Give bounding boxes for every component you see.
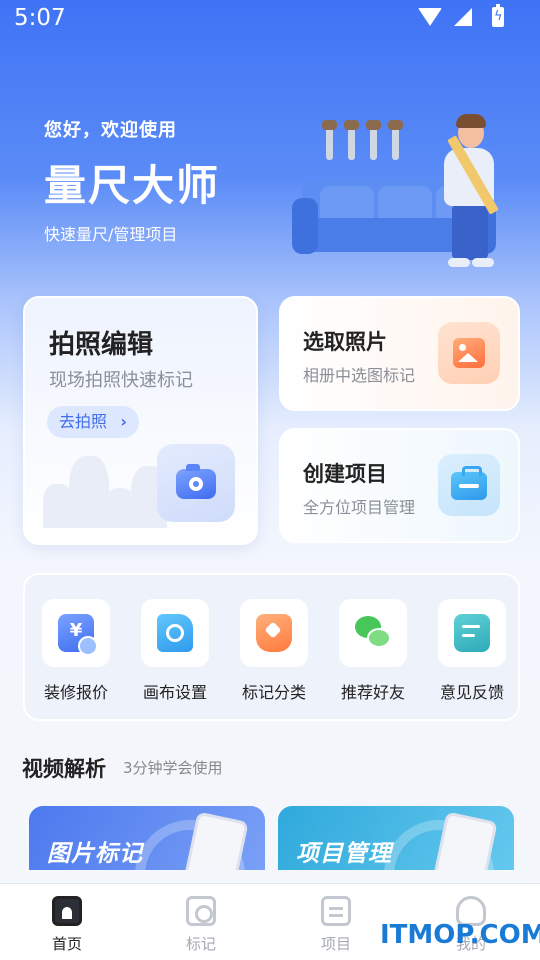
quick-action-label: 意见反馈 — [439, 683, 504, 702]
wifi-icon — [418, 8, 442, 26]
quick-action-canvas-settings[interactable]: 画布设置 — [135, 599, 215, 709]
image-tile — [438, 322, 500, 384]
briefcase-icon — [451, 466, 487, 500]
quick-action-label: 画布设置 — [142, 683, 207, 702]
quick-actions-panel: ¥ 装修报价 画布设置 标记分类 推荐好友 意见反馈 — [23, 573, 520, 721]
screwdriver-icon — [366, 120, 381, 160]
tab-project[interactable]: 项目 — [301, 896, 371, 956]
feedback-icon — [454, 614, 490, 652]
mark-icon — [186, 896, 216, 926]
quick-action-feedback[interactable]: 意见反馈 — [432, 599, 512, 709]
wechat-icon — [355, 614, 391, 652]
hammer-icon — [322, 120, 337, 160]
photo-edit-subtitle: 现场拍照快速标记 — [49, 370, 193, 391]
battery-icon — [492, 4, 504, 27]
photo-edit-card[interactable]: 拍照编辑 现场拍照快速标记 去拍照 › — [23, 296, 258, 545]
hero-illustration — [292, 110, 522, 280]
person-shoe — [472, 258, 494, 267]
take-photo-label: 去拍照 — [59, 412, 108, 431]
status-bar: 5:07 — [0, 0, 540, 40]
tab-label: 标记 — [185, 935, 216, 953]
watermark: ITMOP.COM — [380, 920, 540, 950]
quick-action-recommend[interactable]: 推荐好友 — [333, 599, 413, 709]
create-project-title: 创建项目 — [303, 462, 387, 486]
pick-photo-card[interactable]: 选取照片 相册中选图标记 — [279, 296, 520, 411]
quick-action-label: 装修报价 — [43, 683, 108, 702]
quick-icon-box — [141, 599, 209, 667]
person-illustration — [452, 204, 488, 260]
video-section-subtitle: 3分钟学会使用 — [123, 759, 223, 777]
signal-icon — [454, 8, 472, 26]
camera-lens — [189, 477, 203, 491]
status-time: 5:07 — [14, 5, 66, 31]
canvas-settings-icon — [157, 614, 193, 652]
create-project-card[interactable]: 创建项目 全方位项目管理 — [279, 428, 520, 543]
quick-action-quote[interactable]: ¥ 装修报价 — [36, 599, 116, 709]
video-section-title: 视频解析 — [22, 757, 106, 781]
video-card-project-management[interactable]: 项目管理 — [278, 806, 514, 870]
hammer-icon — [388, 120, 403, 160]
video-card-label: 项目管理 — [296, 841, 392, 867]
quick-action-tag-category[interactable]: 标记分类 — [234, 599, 314, 709]
quick-icon-box — [438, 599, 506, 667]
tab-label: 项目 — [320, 935, 351, 953]
quote-icon: ¥ — [58, 614, 98, 656]
image-icon — [453, 338, 485, 368]
greeting-text: 您好，欢迎使用 — [44, 120, 177, 141]
tab-mark[interactable]: 标记 — [166, 896, 236, 956]
quick-icon-box — [339, 599, 407, 667]
document-icon — [321, 896, 351, 926]
take-photo-button[interactable]: 去拍照 › — [47, 406, 139, 438]
mountain-shape — [69, 456, 109, 528]
chat-bubble — [367, 628, 391, 648]
person-shoe — [448, 258, 470, 267]
app-subtitle: 快速量尺/管理项目 — [44, 225, 178, 244]
video-card-label: 图片标记 — [47, 841, 143, 867]
chevron-right-icon: › — [120, 412, 127, 431]
quick-action-label: 标记分类 — [241, 683, 306, 702]
quick-action-label: 推荐好友 — [340, 683, 405, 702]
home-icon — [52, 896, 82, 926]
camera-tile[interactable] — [157, 444, 235, 522]
briefcase-tile — [438, 454, 500, 516]
tag-icon — [256, 614, 292, 652]
app-title: 量尺大师 — [44, 161, 221, 210]
pick-photo-title: 选取照片 — [303, 330, 387, 354]
video-card-image-marking[interactable]: 图片标记 — [29, 806, 265, 870]
pick-photo-subtitle: 相册中选图标记 — [303, 366, 416, 385]
sofa-arm — [292, 198, 318, 254]
quick-icon-box — [240, 599, 308, 667]
quick-icon-box: ¥ — [42, 599, 110, 667]
tab-label: 首页 — [51, 935, 82, 953]
camera-icon — [176, 464, 216, 499]
tab-home[interactable]: 首页 — [32, 896, 102, 956]
create-project-subtitle: 全方位项目管理 — [303, 498, 416, 517]
wrench-icon — [344, 120, 359, 160]
photo-edit-title: 拍照编辑 — [49, 330, 154, 360]
person-hair — [456, 114, 486, 128]
